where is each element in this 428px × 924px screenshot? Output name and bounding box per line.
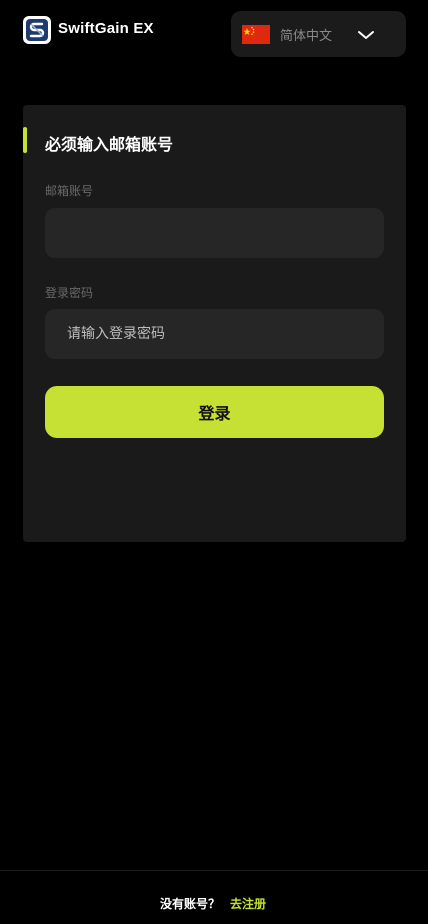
password-field[interactable]	[45, 309, 384, 359]
login-page: SwiftGain EX 简体中文 必须输入邮箱账号 邮箱账号 登录密码 登录 …	[0, 0, 428, 924]
title-accent-bar	[23, 127, 27, 153]
app-name: SwiftGain EX	[58, 20, 154, 37]
email-label: 邮箱账号	[45, 184, 94, 198]
china-flag-icon	[242, 24, 270, 44]
email-field[interactable]	[45, 208, 384, 258]
no-account-text: 没有账号？	[160, 897, 221, 911]
app-logo-icon	[23, 16, 51, 44]
register-link[interactable]: 去注册	[230, 895, 266, 912]
footer-divider	[0, 870, 428, 871]
chevron-down-icon[interactable]	[357, 26, 375, 45]
password-label: 登录密码	[45, 286, 94, 300]
login-button[interactable]: 登录	[45, 386, 384, 438]
login-card: 必须输入邮箱账号 邮箱账号 登录密码 登录	[23, 105, 406, 542]
language-selector[interactable]: 简体中文	[231, 11, 406, 57]
form-title: 必须输入邮箱账号	[45, 135, 174, 154]
language-label: 简体中文	[280, 28, 333, 44]
